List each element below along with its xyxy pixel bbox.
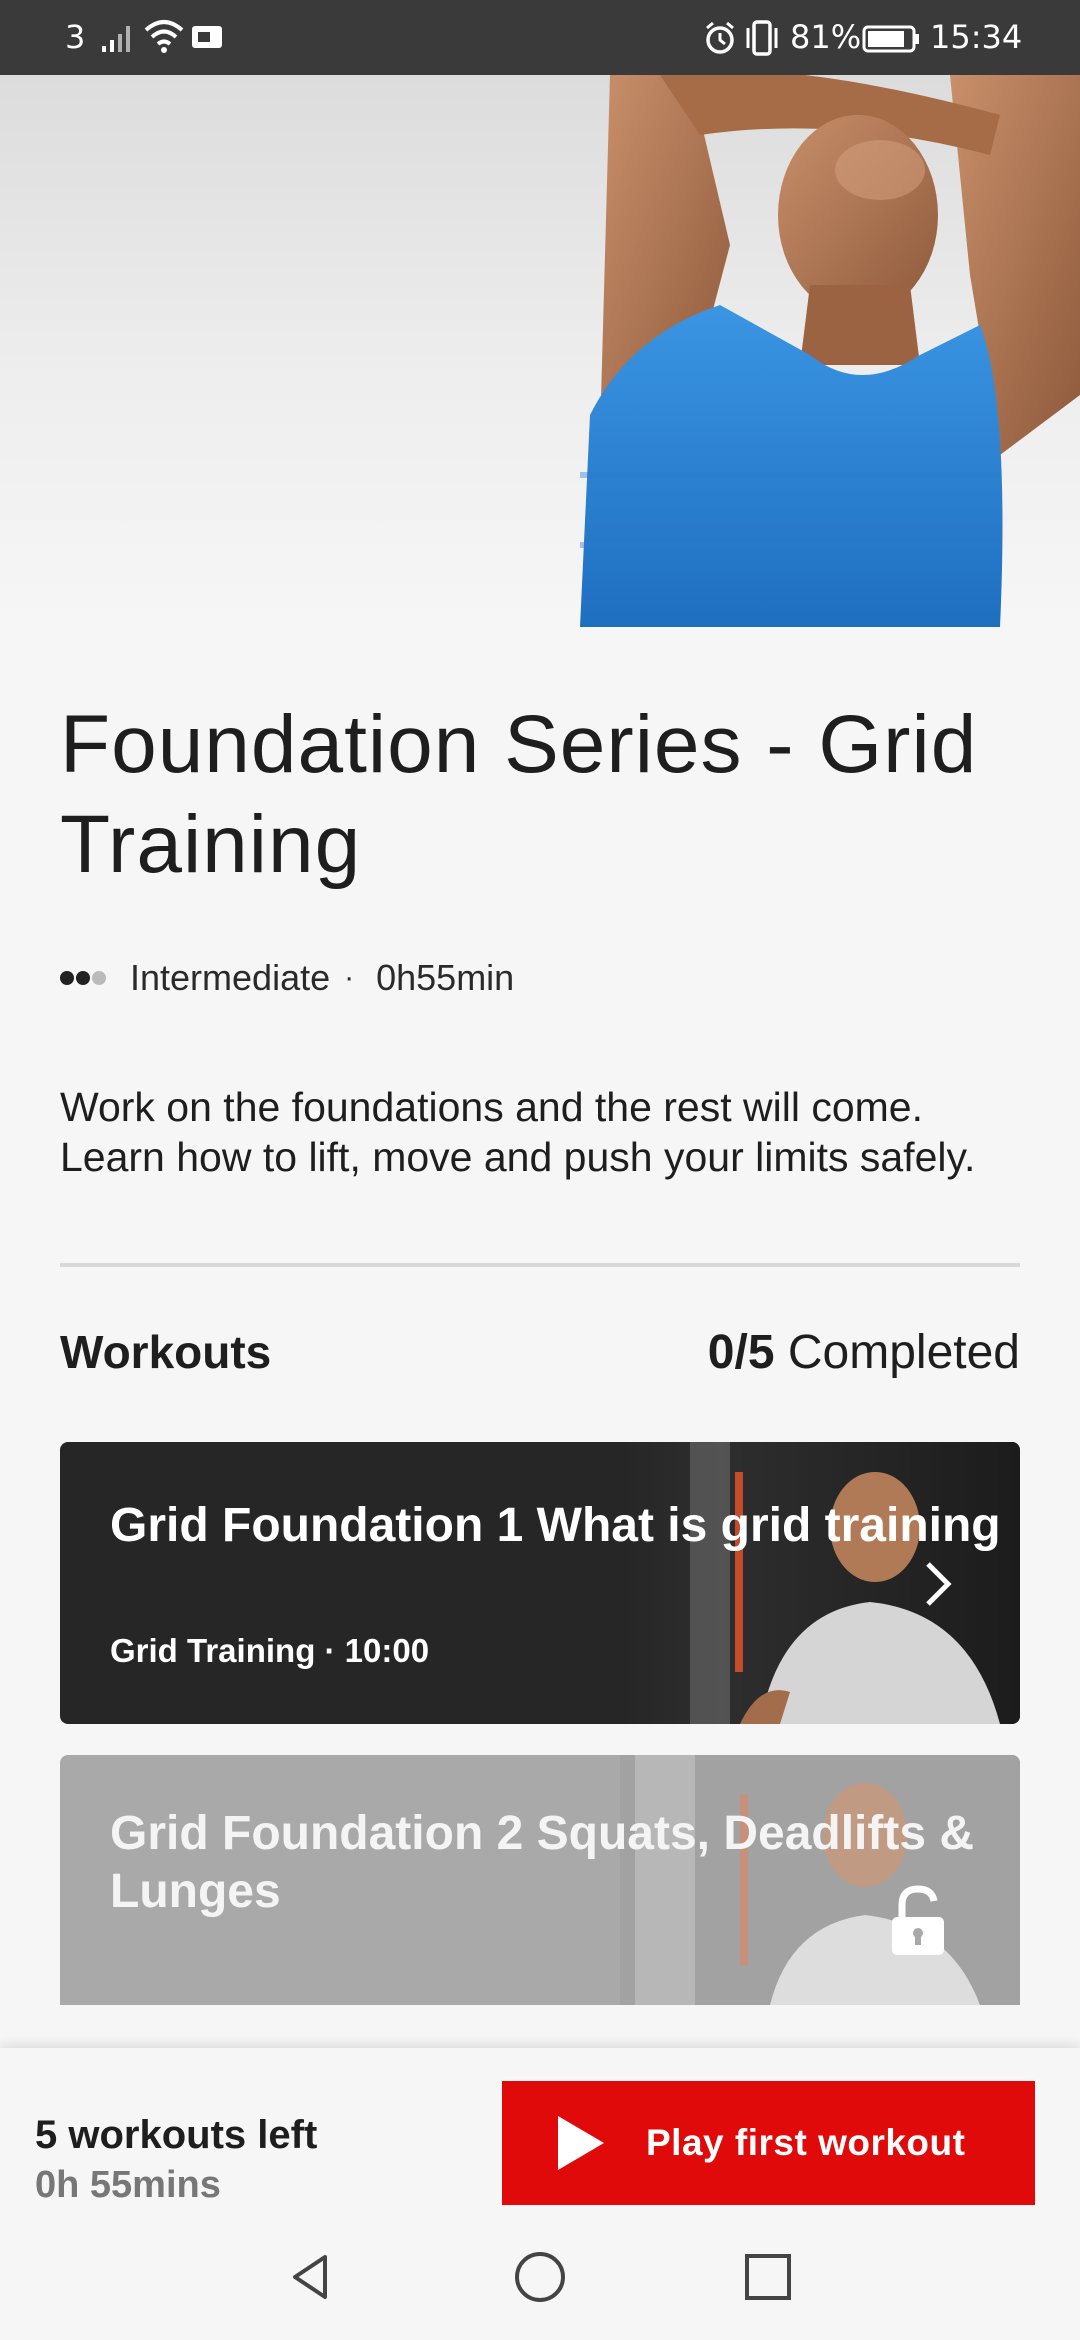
hero-image [0,75,1080,627]
completed-count: 0/5 [707,1325,775,1379]
workout-thumbnail [620,1442,1020,1724]
workout-title: Grid Foundation 1 What is grid training [110,1499,1001,1552]
page-title: Foundation Series - Grid Training [60,699,978,890]
chevron-right-icon [926,1562,952,1606]
program-description: Work on the foundations and the rest wil… [60,1084,976,1180]
lock-icon [892,1885,944,1955]
completed-label: Completed [787,1325,1020,1379]
signal-icon [102,26,130,52]
notification-icon [192,26,222,48]
clock: 15:34 [930,18,1023,56]
workout-card-2[interactable]: Grid Foundation 2 Squats, Deadlifts & Lu… [60,1755,1020,2005]
program-duration: 0h55min [376,957,515,998]
workouts-header: Workouts 0/5 Completed [60,1322,1020,1382]
alarm-icon [706,21,734,54]
play-icon [558,2116,604,2170]
wifi-icon [144,20,184,53]
status-bar: 3 81% 15:34 [0,0,1080,75]
difficulty-level: Intermediate [130,957,331,998]
meta-separator: · [344,961,355,994]
carrier-label: 3 [65,18,86,56]
play-first-workout-button[interactable]: Play first workout [502,2081,1035,2205]
time-left: 0h 55mins [35,2164,221,2206]
divider [60,1263,1020,1267]
battery-icon [862,25,919,53]
trainer-photo [580,75,1080,627]
battery-percent: 81% [790,18,862,56]
difficulty-dots-icon [60,971,108,985]
remaining-summary: 5 workouts left 0h 55mins [35,2113,317,2207]
workouts-heading: Workouts [60,1326,272,1378]
system-navigation-bar [0,2220,1080,2340]
back-icon[interactable] [275,2242,345,2312]
completed-counter: 0/5 Completed [708,1325,1020,1380]
program-meta: Intermediate · 0h55min [60,955,514,1001]
play-button-label: Play first workout [646,2122,966,2163]
workout-title: Grid Foundation 2 Squats, Deadlifts & Lu… [110,1807,975,1918]
workouts-left: 5 workouts left [35,2113,318,2157]
home-icon[interactable] [505,2242,575,2312]
vibrate-icon [746,20,778,56]
workout-subtitle: Grid Training · 10:00 [110,1632,430,1669]
recents-icon[interactable] [733,2242,803,2312]
workout-card-1[interactable]: Grid Foundation 1 What is grid training … [60,1442,1020,1724]
